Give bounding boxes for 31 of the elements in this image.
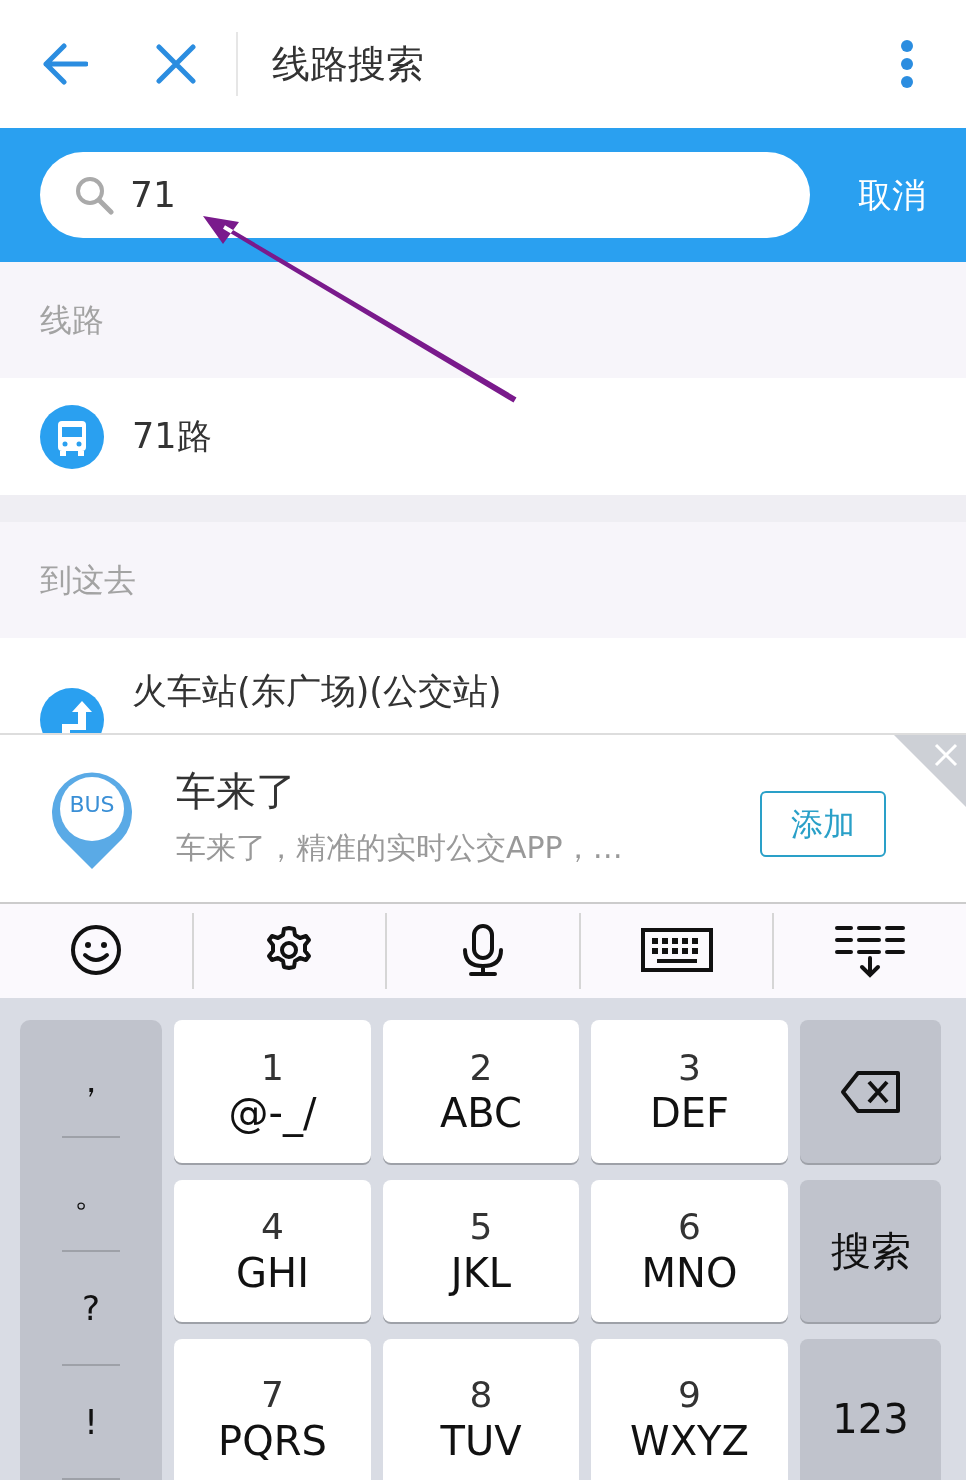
more-icon[interactable]	[900, 39, 914, 89]
app-description: 车来了，精准的实时公交APP，…	[176, 829, 623, 867]
app-name: 车来了	[176, 767, 297, 815]
letter-key[interactable]: 4 GHI	[174, 1180, 371, 1322]
letter-key[interactable]: 7 PQRS	[174, 1339, 371, 1480]
backspace-key[interactable]	[800, 1020, 941, 1163]
back-icon[interactable]	[42, 43, 88, 85]
letter-key[interactable]: 3 DEF	[591, 1020, 788, 1163]
page-title: 线路搜索	[272, 40, 424, 88]
punctuation-key[interactable]: ?	[20, 1252, 162, 1364]
search-icon	[74, 175, 114, 215]
section-header: 到这去	[0, 522, 966, 638]
section-header: 线路	[0, 262, 966, 378]
search-bar[interactable]: 71	[40, 152, 810, 238]
search-key[interactable]: 搜索	[800, 1180, 941, 1322]
letter-key[interactable]: 9 WXYZ	[591, 1339, 788, 1480]
number-mode-key[interactable]: 123	[800, 1339, 941, 1480]
close-icon[interactable]	[156, 44, 196, 84]
letter-key[interactable]: 1 @-_/	[174, 1020, 371, 1163]
letter-key[interactable]: 2 ABC	[383, 1020, 579, 1163]
search-field[interactable]: 71	[128, 167, 728, 223]
punctuation-key[interactable]: !	[20, 1366, 162, 1478]
bus-icon	[40, 404, 104, 469]
result-name: 火车站(东广场)(公交站)	[132, 674, 502, 709]
letter-key[interactable]: 6 MNO	[591, 1180, 788, 1322]
letter-key[interactable]: 5 JKL	[383, 1180, 579, 1322]
punctuation-key[interactable]: 。	[20, 1138, 162, 1250]
punctuation-key[interactable]: ，	[20, 1024, 162, 1136]
result-name: 71路	[132, 419, 212, 454]
letter-key[interactable]: 8 TUV	[383, 1339, 579, 1480]
backspace-icon	[839, 1069, 902, 1114]
